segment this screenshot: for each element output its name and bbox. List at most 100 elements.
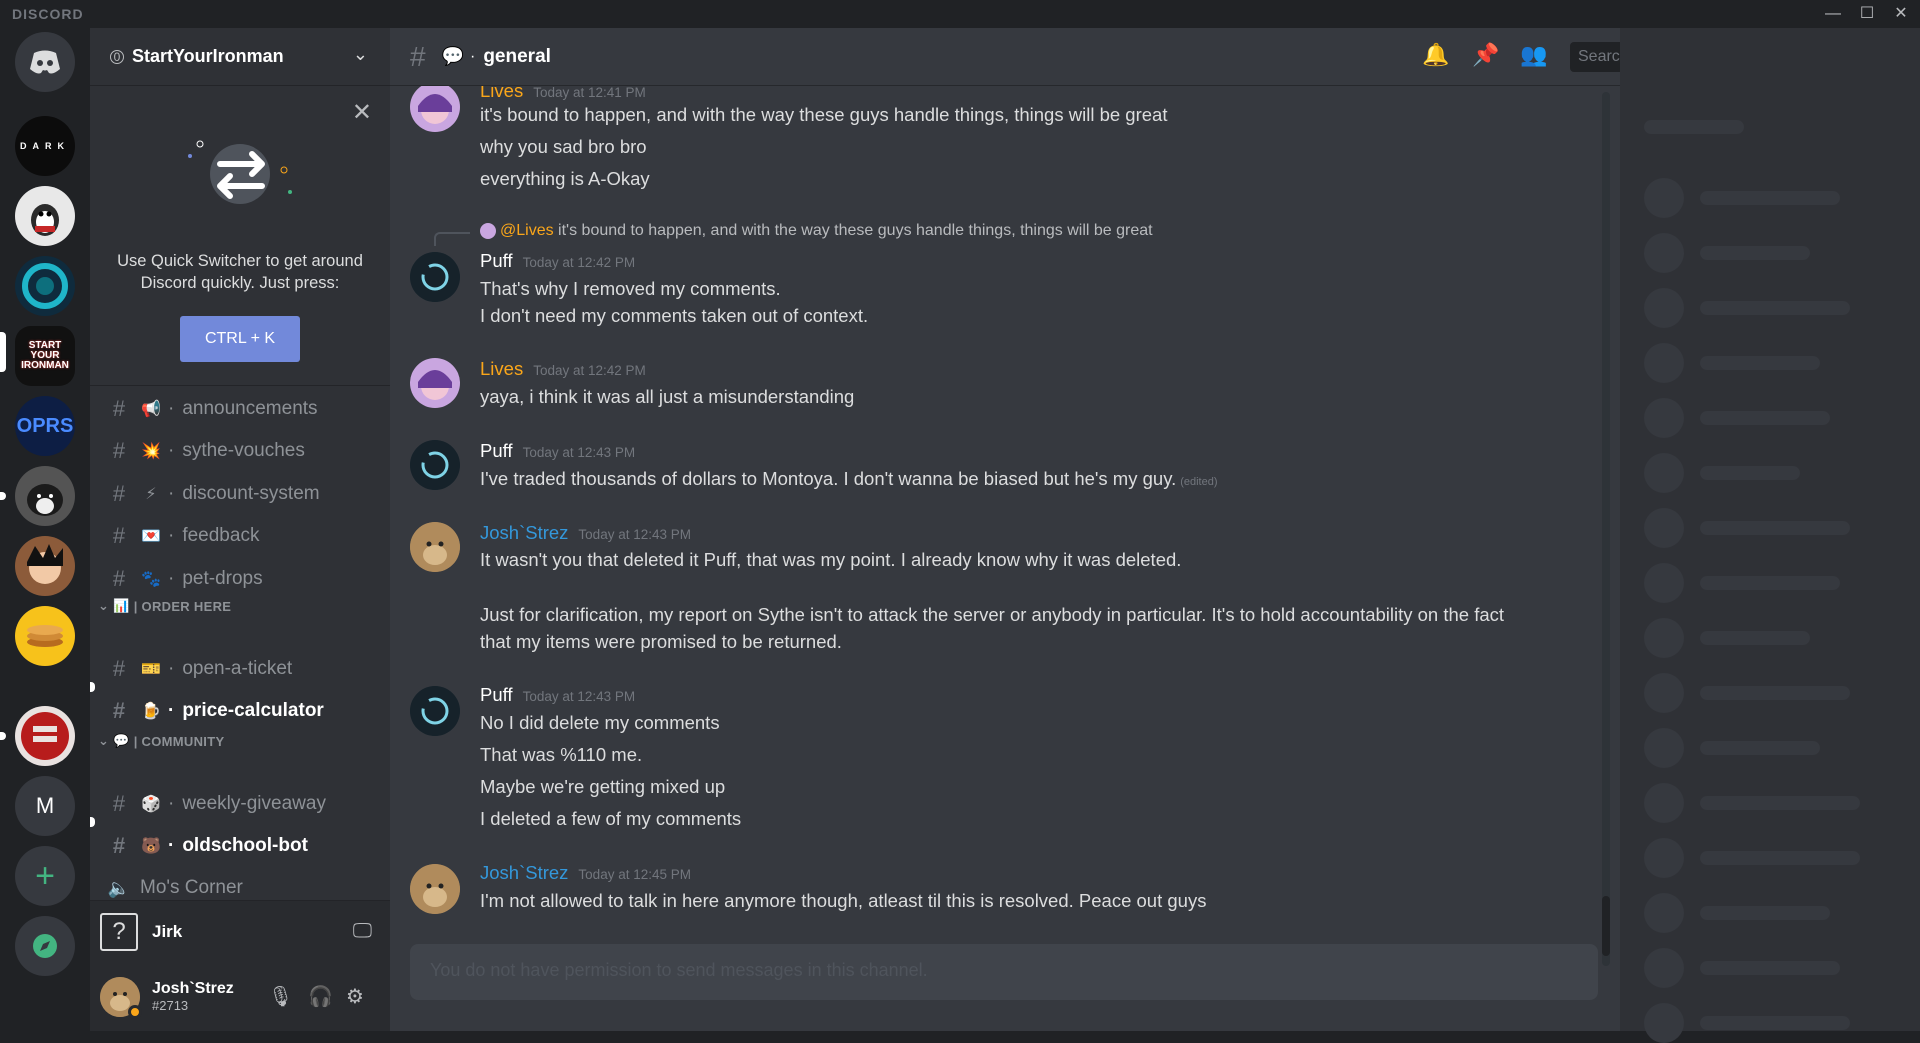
placeholder-bar [1700, 631, 1810, 645]
scrollbar-thumb[interactable] [1602, 896, 1610, 956]
message-text: everything is A-Okay [480, 168, 650, 189]
message-text: yaya, i think it was all just a misunder… [480, 386, 855, 407]
placeholder-avatar [1644, 838, 1684, 878]
server-pancake[interactable] [15, 606, 75, 666]
category-order-here[interactable]: ⌄ 📊 | ORDER HERE [98, 596, 378, 616]
voice-user-row[interactable]: ? Jirk 🖵 [90, 900, 390, 962]
avatar[interactable] [410, 864, 460, 914]
channel-announcements[interactable]: # 📢 · announcements [106, 392, 386, 426]
placeholder-bar [1700, 576, 1840, 590]
lives-avatar-icon [418, 370, 452, 400]
message-author[interactable]: Josh`Strez Today at 12:43 PM [480, 522, 691, 544]
maximize-button[interactable]: ☐ [1852, 2, 1882, 26]
hash-icon: # [112, 523, 126, 548]
server-header[interactable]: 0 StartYourIronman ⌄ [90, 28, 390, 86]
channel-feedback[interactable]: # 💌 · feedback [106, 519, 386, 553]
channel-oldschool-bot[interactable]: # 🐻 · oldschool-bot [106, 829, 386, 863]
boost-badge: 0 [110, 49, 124, 64]
microphone-icon[interactable]: 🎙 [268, 984, 293, 1009]
home-button[interactable] [15, 32, 75, 92]
quick-switcher-popout: ✕ Use Quick Switcher to get around Disco… [90, 86, 390, 386]
chevron-down-icon: ⌄ [98, 598, 110, 613]
add-server-button[interactable]: + [15, 846, 75, 906]
server-anime[interactable] [15, 536, 75, 596]
message-author[interactable]: Puff Today at 12:43 PM [480, 684, 635, 706]
placeholder-avatar [1644, 563, 1684, 603]
placeholder-bar [1700, 301, 1850, 315]
user-avatar[interactable] [100, 976, 142, 1019]
hash-icon: # [112, 833, 126, 858]
unread-indicator-2 [0, 732, 6, 740]
server-dark[interactable]: DARK [15, 116, 75, 176]
hash-icon: # [112, 566, 126, 591]
reply-preview[interactable]: @Lives it's bound to happen, and with th… [480, 222, 1153, 240]
channel-sythe-vouches[interactable]: # 💥 · sythe-vouches [106, 434, 386, 468]
bell-icon[interactable]: 🔔 [1422, 42, 1449, 68]
message-composer[interactable]: You do not have permission to send messa… [410, 944, 1598, 1000]
unread-indicator [0, 492, 6, 500]
placeholder-bar [1700, 411, 1830, 425]
message-author[interactable]: Puff Today at 12:42 PM [480, 250, 635, 272]
server-penguin[interactable] [15, 186, 75, 246]
hash-icon: # [112, 656, 126, 681]
server-m[interactable]: M [15, 776, 75, 836]
hash-icon: # [112, 396, 126, 421]
headphones-icon[interactable]: 🎧 [308, 984, 333, 1009]
server-dog[interactable] [15, 466, 75, 526]
gear-icon[interactable]: ⚙ [346, 984, 364, 1009]
placeholder-avatar [1644, 233, 1684, 273]
avatar[interactable] [410, 358, 460, 408]
message-scrollbar[interactable] [1602, 92, 1610, 966]
channel-open-a-ticket[interactable]: # 🎫 · open-a-ticket [106, 652, 386, 686]
avatar[interactable] [410, 686, 460, 736]
members-icon[interactable]: 👥 [1520, 42, 1547, 68]
bear-avatar-icon [410, 864, 460, 914]
close-window-button[interactable]: ✕ [1886, 2, 1916, 26]
quick-switcher-shortcut-button[interactable]: CTRL + K [180, 316, 300, 362]
message-author[interactable]: Puff Today at 12:43 PM [480, 440, 635, 462]
placeholder-avatar [1644, 398, 1684, 438]
explore-servers-button[interactable] [15, 916, 75, 976]
quick-switcher-text: Use Quick Switcher to get around Discord… [117, 252, 363, 292]
chevron-down-icon[interactable]: ⌄ [353, 44, 368, 65]
message-text: That's why I removed my comments. [480, 278, 781, 299]
message-text: I'm not allowed to talk in here anymore … [480, 890, 1207, 911]
placeholder-avatar [1644, 453, 1684, 493]
server-startyourironman[interactable]: START YOUR IRONMAN [15, 326, 75, 386]
channel-discount-system[interactable]: # ⚡ · discount-system [106, 477, 386, 511]
category-community[interactable]: ⌄ 💬 | COMMUNITY [98, 731, 378, 751]
minimize-button[interactable]: — [1818, 2, 1848, 26]
server-oprs[interactable]: OPRS [15, 396, 75, 456]
channel-pet-drops[interactable]: # 🐾 · pet-drops [106, 562, 386, 596]
channel-weekly-giveaway[interactable]: # 🎲 · weekly-giveaway [106, 787, 386, 821]
avatar[interactable] [410, 252, 460, 302]
close-icon[interactable]: ✕ [352, 98, 372, 127]
unread-indicator [90, 817, 95, 827]
server-vortex[interactable] [15, 256, 75, 316]
message-author[interactable]: Josh`Strez Today at 12:45 PM [480, 862, 691, 884]
channel-sidebar: 0 StartYourIronman ⌄ ✕ Use Quick Switche… [90, 28, 390, 1031]
channel-price-calculator[interactable]: # 🍺 · price-calculator [106, 694, 386, 728]
message-author[interactable]: Lives Today at 12:41 PM [480, 86, 646, 102]
placeholder-bar [1700, 686, 1850, 700]
vortex-icon [22, 263, 68, 309]
message-text: No I did delete my comments [480, 712, 720, 733]
avatar[interactable] [410, 86, 460, 132]
pancake-icon [27, 625, 63, 647]
avatar[interactable] [410, 440, 460, 490]
hash-icon: # [112, 791, 126, 816]
placeholder-bar [1700, 246, 1810, 260]
idle-status-icon [128, 1004, 142, 1019]
message-author[interactable]: Lives Today at 12:42 PM [480, 358, 646, 380]
message-text: Maybe we're getting mixed up [480, 776, 726, 797]
avatar[interactable] [410, 522, 460, 572]
placeholder-bar [1700, 906, 1830, 920]
chevron-down-icon: ⌄ [98, 733, 110, 748]
placeholder-avatar [1644, 783, 1684, 823]
unread-indicator [90, 682, 95, 692]
screen-share-icon[interactable]: 🖵 [353, 920, 372, 943]
placeholder-avatar [1644, 1003, 1684, 1043]
server-red-emblem[interactable] [15, 706, 75, 766]
placeholder-avatar [1644, 508, 1684, 548]
pin-icon[interactable]: 📌 [1472, 42, 1499, 68]
